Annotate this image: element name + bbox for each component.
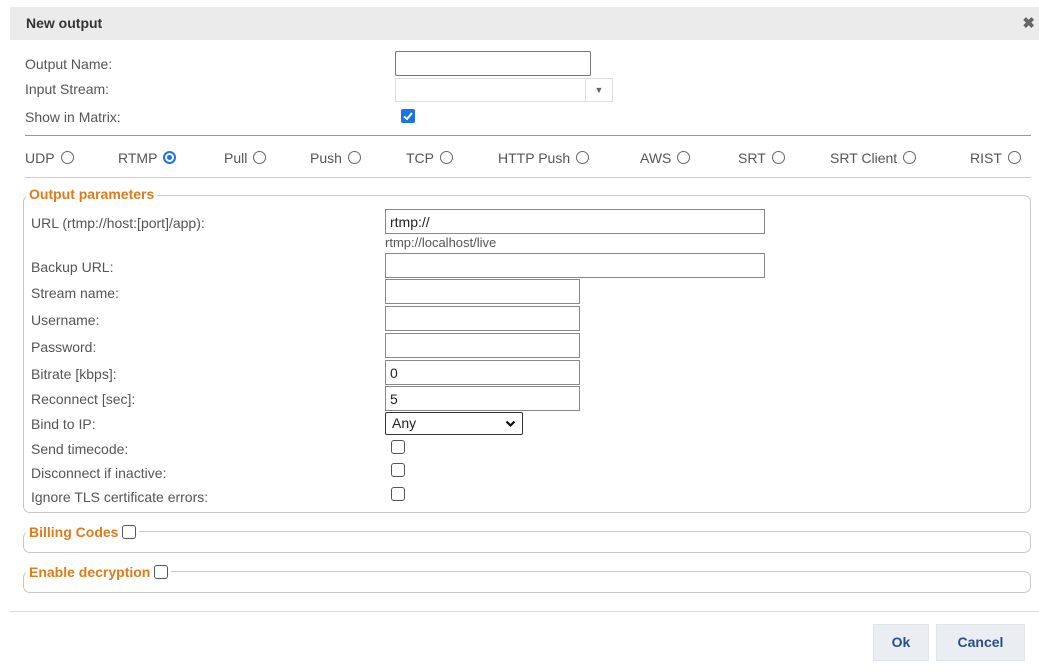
reconnect-label: Reconnect [sec]:	[31, 391, 136, 407]
radio-rtmp[interactable]: RTMP	[118, 150, 177, 166]
radio-circle-icon	[903, 151, 917, 164]
disconnect-inactive-checkbox[interactable]	[391, 463, 405, 477]
radio-circle-icon	[771, 151, 785, 164]
input-stream-label: Input Stream:	[25, 81, 110, 97]
radio-circle-icon	[253, 151, 267, 164]
backup-url-input[interactable]	[385, 253, 765, 278]
billing-codes-legend: Billing Codes	[26, 524, 140, 540]
bind-ip-value: Any	[392, 415, 417, 431]
radio-circle-icon	[440, 151, 453, 164]
radio-aws[interactable]: AWS	[640, 150, 691, 166]
send-timecode-checkbox[interactable]	[391, 440, 405, 454]
radio-circle-icon	[347, 151, 361, 164]
radio-circle-icon	[677, 151, 691, 164]
bind-ip-label: Bind to IP:	[31, 416, 96, 432]
checkmark-icon	[403, 112, 413, 121]
bitrate-input[interactable]	[385, 360, 580, 385]
radio-tcp[interactable]: TCP	[406, 150, 453, 166]
chevron-down-icon	[505, 420, 516, 428]
output-name-label: Output Name:	[25, 56, 113, 72]
bitrate-label: Bitrate [kbps]:	[31, 366, 117, 382]
reconnect-input[interactable]	[385, 386, 580, 411]
send-timecode-label: Send timecode:	[31, 441, 129, 457]
radio-push[interactable]: Push	[310, 150, 361, 166]
billing-codes-fieldset	[23, 531, 1031, 553]
stream-name-input[interactable]	[385, 279, 580, 304]
input-stream-select[interactable]: ▼	[395, 78, 613, 102]
enable-decryption-fieldset	[23, 571, 1031, 593]
radio-srt[interactable]: SRT	[738, 150, 785, 166]
backup-url-label: Backup URL:	[31, 259, 114, 275]
bind-ip-select[interactable]: Any	[385, 412, 523, 435]
close-icon[interactable]: ✖	[1022, 14, 1035, 32]
url-hint: rtmp://localhost/live	[385, 235, 497, 250]
output-parameters-legend: Output parameters	[26, 186, 158, 202]
radio-http-push[interactable]: HTTP Push	[498, 150, 590, 166]
divider	[25, 177, 1031, 178]
radio-udp[interactable]: UDP	[25, 150, 74, 166]
username-input[interactable]	[385, 306, 580, 331]
stream-name-label: Stream name:	[31, 285, 119, 301]
radio-pull[interactable]: Pull	[224, 150, 267, 166]
cancel-button[interactable]: Cancel	[936, 624, 1025, 661]
username-label: Username:	[31, 312, 100, 328]
ignore-tls-label: Ignore TLS certificate errors:	[31, 489, 209, 505]
dialog-titlebar: New output ✖	[10, 7, 1039, 40]
radio-rist[interactable]: RIST	[970, 150, 1021, 166]
chevron-down-icon: ▼	[585, 79, 612, 101]
output-name-input[interactable]	[395, 51, 591, 76]
url-label: URL (rtmp://host:[port]/app):	[31, 215, 205, 231]
enable-decryption-checkbox[interactable]	[154, 565, 169, 579]
password-label: Password:	[31, 339, 97, 355]
radio-srt-client[interactable]: SRT Client	[830, 150, 917, 166]
radio-circle-icon	[60, 151, 74, 164]
password-input[interactable]	[385, 333, 580, 358]
dialog-title: New output	[26, 15, 103, 31]
url-input[interactable]	[385, 209, 765, 234]
radio-selected-icon	[163, 151, 177, 164]
footer-divider	[10, 611, 1039, 612]
ok-button[interactable]: Ok	[873, 624, 929, 661]
billing-codes-checkbox[interactable]	[122, 525, 137, 539]
disconnect-inactive-label: Disconnect if inactive:	[31, 465, 167, 481]
show-in-matrix-label: Show in Matrix:	[25, 109, 121, 125]
enable-decryption-legend: Enable decryption	[26, 564, 172, 580]
divider	[25, 135, 1031, 136]
radio-circle-icon	[576, 151, 590, 164]
show-in-matrix-checkbox[interactable]	[401, 109, 415, 123]
radio-circle-icon	[1007, 151, 1021, 164]
ignore-tls-checkbox[interactable]	[391, 487, 405, 501]
